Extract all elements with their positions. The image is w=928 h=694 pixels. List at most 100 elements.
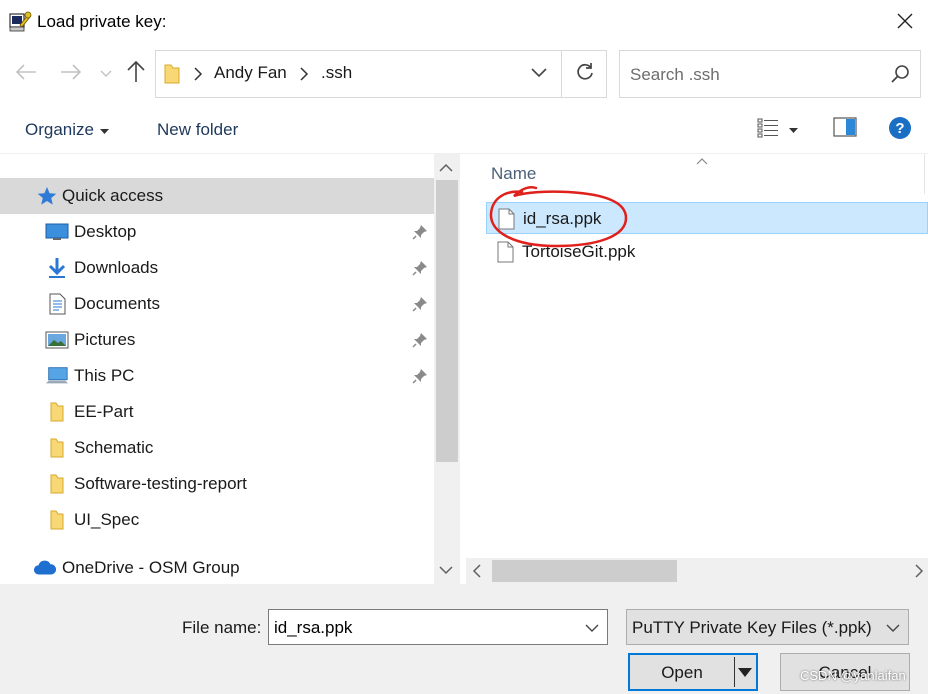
folder-icon [45, 472, 69, 496]
arrow-up-icon [127, 60, 145, 88]
navigation-scrollbar[interactable] [434, 154, 460, 584]
sidebar-item-label: OneDrive - OSM Group [62, 558, 240, 577]
refresh-button[interactable] [562, 51, 607, 97]
file-icon [496, 241, 514, 268]
chevron-right-icon [193, 66, 203, 87]
sidebar-item-label: Downloads [74, 258, 159, 277]
command-bar: Organize New folder ? [0, 104, 928, 154]
sidebar-item-this-pc[interactable]: This PC [0, 358, 434, 394]
recent-locations-button[interactable] [94, 62, 118, 86]
file-icon [497, 208, 515, 235]
sidebar-item-ui-spec[interactable]: UI_Spec [0, 502, 434, 538]
chevron-right-icon[interactable] [914, 564, 924, 583]
file-type-select[interactable]: PuTTY Private Key Files (*.ppk) [626, 609, 909, 645]
sidebar-item-label: Schematic [74, 438, 154, 457]
arrow-left-icon [15, 63, 37, 85]
search-input[interactable] [630, 63, 880, 87]
chevron-up-icon[interactable] [439, 160, 453, 178]
navigation-pane: Quick access Desktop Downloads Documents [0, 154, 434, 584]
file-list: Name id_rsa.ppk TortoiseGit.ppk [466, 154, 928, 558]
star-icon [35, 184, 59, 208]
sidebar-item-desktop[interactable]: Desktop [0, 214, 434, 250]
sidebar-item-label: UI_Spec [74, 510, 140, 529]
svg-text:?: ? [895, 120, 904, 137]
title-bar: Load private key: [0, 0, 928, 46]
details-view-icon [757, 118, 779, 143]
sidebar-item-label: Desktop [74, 222, 137, 241]
file-list-scrollbar[interactable] [466, 558, 928, 584]
preview-pane-button[interactable] [833, 117, 857, 142]
pin-icon[interactable] [412, 260, 428, 281]
sidebar-item-ee-part[interactable]: EE-Part [0, 394, 434, 430]
desktop-icon [45, 220, 69, 244]
dialog-footer: File name: PuTTY Private Key Files (*.pp… [0, 584, 928, 694]
folder-icon [164, 63, 180, 90]
back-button[interactable] [14, 62, 38, 86]
chevron-down-icon[interactable] [439, 562, 453, 580]
open-button[interactable]: Open [628, 653, 758, 691]
address-bar[interactable]: Andy Fan .ssh [155, 50, 607, 98]
organize-button[interactable]: Organize [25, 120, 109, 140]
sidebar-item-downloads[interactable]: Downloads [0, 250, 434, 286]
help-icon: ? [888, 117, 912, 144]
caret-down-icon[interactable] [738, 665, 752, 683]
divider [734, 657, 735, 687]
file-name-label: File name: [182, 618, 262, 637]
address-dropdown-button[interactable] [518, 51, 560, 97]
document-icon [45, 292, 69, 316]
refresh-icon [575, 62, 595, 87]
download-icon [45, 256, 69, 280]
folder-icon [45, 436, 69, 460]
sidebar-item-label: Quick access [62, 186, 164, 205]
arrow-right-icon [60, 63, 82, 85]
organize-label: Organize [25, 120, 94, 139]
search-icon[interactable] [890, 64, 910, 89]
sort-ascending-icon [696, 154, 708, 170]
file-name: TortoiseGit.ppk [522, 242, 636, 261]
chevron-down-icon [886, 620, 900, 638]
file-name-combobox[interactable] [268, 609, 608, 645]
close-icon [897, 13, 913, 34]
pin-icon[interactable] [412, 296, 428, 317]
chevron-down-icon[interactable] [585, 620, 599, 638]
new-folder-button[interactable]: New folder [157, 120, 238, 140]
sidebar-item-label: Pictures [74, 330, 136, 349]
sidebar-item-pictures[interactable]: Pictures [0, 322, 434, 358]
file-type-label: PuTTY Private Key Files (*.ppk) [632, 618, 872, 637]
file-row-tortoisegit[interactable]: TortoiseGit.ppk [486, 236, 928, 268]
sidebar-item-onedrive[interactable]: OneDrive - OSM Group [0, 550, 434, 584]
column-header-name[interactable]: Name [491, 164, 536, 184]
change-view-button[interactable] [757, 116, 807, 144]
file-row-id-rsa[interactable]: id_rsa.ppk [486, 202, 928, 234]
caret-down-icon [99, 120, 109, 140]
pin-icon[interactable] [412, 368, 428, 389]
watermark: CSDN @yanlaifan [800, 668, 906, 683]
sidebar-item-label: EE-Part [74, 402, 134, 421]
putty-key-icon [8, 11, 32, 33]
pin-icon[interactable] [412, 224, 428, 245]
preview-pane-icon [833, 117, 857, 141]
sidebar-item-quick-access[interactable]: Quick access [0, 178, 434, 214]
dialog-title: Load private key: [37, 12, 167, 31]
open-label: Open [661, 663, 703, 682]
chevron-right-icon [299, 66, 309, 87]
help-button[interactable]: ? [888, 116, 912, 145]
breadcrumb-ssh[interactable]: .ssh [321, 63, 352, 83]
computer-icon [45, 364, 69, 388]
sidebar-item-label: Software-testing-report [74, 474, 247, 493]
up-button[interactable] [124, 60, 148, 88]
breadcrumb-andy-fan[interactable]: Andy Fan [214, 63, 287, 83]
forward-button[interactable] [59, 62, 83, 86]
sidebar-item-schematic[interactable]: Schematic [0, 430, 434, 466]
file-name-input[interactable] [274, 617, 574, 639]
scrollbar-thumb[interactable] [436, 180, 458, 462]
sidebar-item-software-testing-report[interactable]: Software-testing-report [0, 466, 434, 502]
folder-icon [45, 400, 69, 424]
close-button[interactable] [882, 0, 928, 46]
scrollbar-thumb[interactable] [492, 560, 677, 582]
chevron-left-icon[interactable] [472, 564, 482, 583]
sidebar-item-documents[interactable]: Documents [0, 286, 434, 322]
picture-icon [45, 328, 69, 352]
pin-icon[interactable] [412, 332, 428, 353]
sidebar-item-label: Documents [74, 294, 160, 313]
